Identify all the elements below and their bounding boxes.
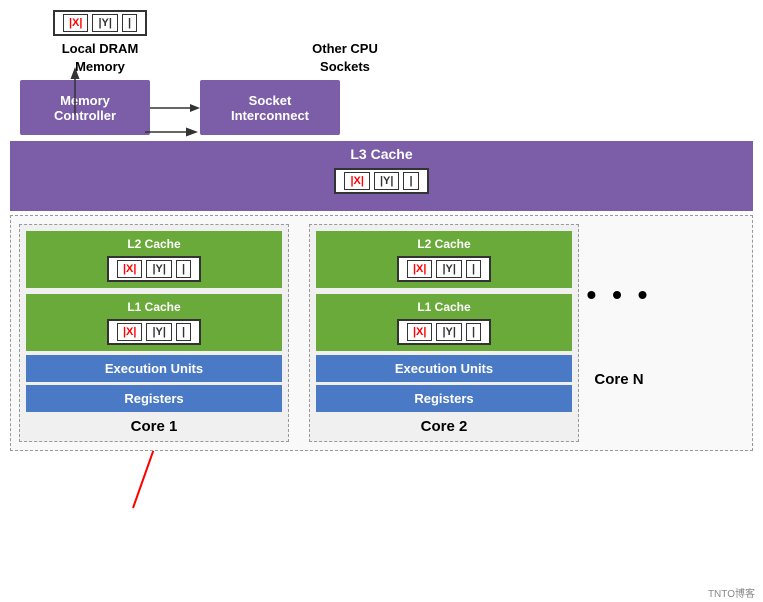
l3-reg-row: |X| |Y| | (334, 168, 428, 194)
core1-l2-reg-y: |Y| (146, 260, 172, 278)
dots: • • • (587, 279, 652, 311)
core1-l1-reg-y: |Y| (146, 323, 172, 341)
coren-label: Core N (594, 371, 643, 388)
core2-l1-cache: L1 Cache |X| |Y| | (316, 294, 572, 351)
watermark: TNTO博客 (708, 585, 755, 600)
dram-section: |X| |Y| | Local DRAMMemory (20, 10, 180, 76)
core2-l2-label: L2 Cache (322, 237, 566, 251)
core2-l2-cache: L2 Cache |X| |Y| | (316, 231, 572, 288)
dram-label: Local DRAMMemory (62, 40, 139, 76)
l3-reg-x: |X| (344, 172, 370, 190)
core1-execution-units: Execution Units (26, 355, 282, 382)
other-cpu-section: Other CPUSockets (270, 40, 420, 76)
core2-label: Core 2 (316, 418, 572, 435)
core-2-box: L2 Cache |X| |Y| | L1 Cache |X| |Y| | Ex… (309, 224, 579, 442)
core2-registers: Registers (316, 385, 572, 412)
core1-l1-reg-x: |X| (117, 323, 143, 341)
core2-l1-reg-x: |X| (407, 323, 433, 341)
core1-l2-label: L2 Cache (32, 237, 276, 251)
core1-l1-reg-row: |X| |Y| | (107, 319, 201, 345)
core2-l2-reg-y: |Y| (436, 260, 462, 278)
memory-controller-label: Memory Controller (32, 93, 138, 123)
core2-l2-reg-pipe: | (466, 260, 481, 278)
dots-area: • • • Core N (579, 224, 659, 442)
core1-l2-cache: L2 Cache |X| |Y| | (26, 231, 282, 288)
core1-l1-cache: L1 Cache |X| |Y| | (26, 294, 282, 351)
core2-l1-reg-pipe: | (466, 323, 481, 341)
core1-registers: Registers (26, 385, 282, 412)
core1-l1-reg-pipe: | (176, 323, 191, 341)
memory-controller-box: Memory Controller (20, 80, 150, 135)
core2-execution-units: Execution Units (316, 355, 572, 382)
core2-l2-reg-row: |X| |Y| | (397, 256, 491, 282)
core1-l2-reg-row: |X| |Y| | (107, 256, 201, 282)
dram-reg-row: |X| |Y| | (53, 10, 147, 36)
l3-reg-y: |Y| (374, 172, 400, 190)
l3-cache-bar: L3 Cache |X| |Y| | (10, 141, 753, 211)
reg-pipe-dram: | (122, 14, 137, 32)
reg-y-dram: |Y| (92, 14, 118, 32)
core2-l1-reg-row: |X| |Y| | (397, 319, 491, 345)
l3-reg-pipe: | (403, 172, 418, 190)
l3-cache-label: L3 Cache (350, 146, 412, 162)
core2-l2-reg-x: |X| (407, 260, 433, 278)
socket-interconnect-box: SocketInterconnect (200, 80, 340, 135)
cores-area: L2 Cache |X| |Y| | L1 Cache |X| |Y| | Ex… (10, 215, 753, 451)
core2-l1-reg-y: |Y| (436, 323, 462, 341)
core2-l1-label: L1 Cache (322, 300, 566, 314)
core1-l2-reg-pipe: | (176, 260, 191, 278)
diagram-container: |X| |Y| | Local DRAMMemory Other CPUSock… (0, 0, 763, 602)
core1-l2-reg-x: |X| (117, 260, 143, 278)
core-1-box: L2 Cache |X| |Y| | L1 Cache |X| |Y| | Ex… (19, 224, 289, 442)
core1-label: Core 1 (26, 418, 282, 435)
other-cpu-label: Other CPUSockets (312, 40, 378, 76)
arrow-mc-to-si (150, 98, 200, 118)
core1-l1-label: L1 Cache (32, 300, 276, 314)
reg-x-dram: |X| (63, 14, 89, 32)
